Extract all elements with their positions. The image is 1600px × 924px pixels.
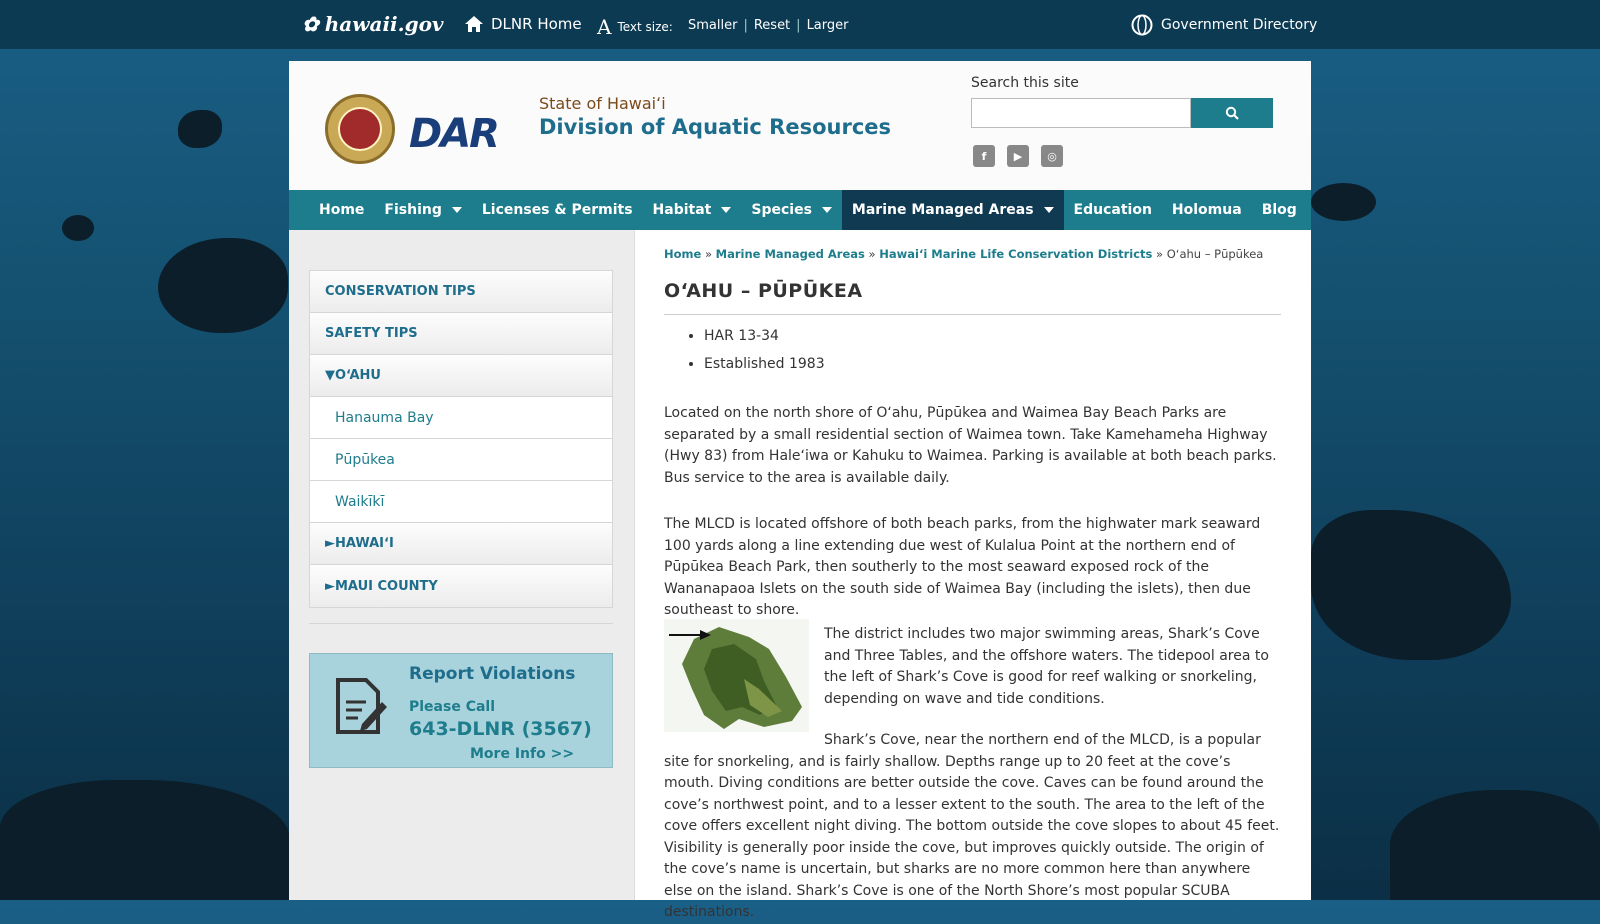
report-violations-box[interactable]: Report Violations Please Call 643-DLNR (… — [309, 653, 613, 768]
side-menu: CONSERVATION TIPS SAFETY TIPS ▼OʻAHU Han… — [309, 270, 613, 608]
text-smaller-link[interactable]: Smaller — [688, 18, 737, 33]
facebook-icon[interactable]: f — [973, 145, 995, 167]
coral-silhouette — [1390, 790, 1600, 900]
paragraph-district: The district includes two major swimming… — [824, 626, 1269, 707]
caret-down-icon — [1043, 207, 1054, 213]
paragraph-sharks-cove: Shark’s Cove, near the northern end of t… — [664, 732, 1280, 920]
text-size-options: Smaller | Reset | Larger — [688, 18, 849, 33]
caret-down-icon — [721, 207, 732, 213]
caret-down-icon — [451, 207, 462, 213]
state-name: State of Hawaiʻi — [539, 94, 666, 113]
hawaii-gov-logo[interactable]: ✿ hawaii.gov — [302, 12, 444, 36]
oahu-map-image[interactable] — [664, 619, 809, 732]
youtube-icon[interactable]: ▶ — [1007, 145, 1029, 167]
sidebar-subitem-hanauma-bay[interactable]: Hanauma Bay — [310, 397, 612, 439]
search-label: Search this site — [971, 75, 1079, 91]
government-directory-link[interactable]: Government Directory — [1131, 14, 1317, 36]
top-bar: ✿ hawaii.gov DLNR Home A Text size: Smal… — [0, 0, 1600, 49]
report-phone[interactable]: 643-DLNR (3567) — [409, 718, 592, 740]
fish-silhouette — [62, 215, 94, 241]
division-name[interactable]: Division of Aquatic Resources — [539, 115, 891, 139]
sidebar-item-maui-county[interactable]: ►MAUI COUNTY — [310, 565, 612, 607]
nav-licenses-permits[interactable]: Licenses & Permits — [472, 190, 643, 230]
search-input[interactable] — [971, 98, 1191, 128]
globe-icon — [1131, 14, 1153, 36]
list-item: Established 1983 — [704, 356, 825, 372]
dar-logo[interactable]: DAR — [409, 111, 500, 157]
nav-blog[interactable]: Blog — [1252, 190, 1307, 230]
flower-icon: ✿ — [302, 12, 319, 36]
home-icon — [465, 16, 483, 32]
report-more-info-link[interactable]: More Info >> — [470, 746, 574, 762]
fish-silhouette — [1311, 183, 1376, 221]
report-call-label: Please Call — [409, 699, 496, 715]
sidebar-item-safety-tips[interactable]: SAFETY TIPS — [310, 313, 612, 355]
title-rule — [664, 314, 1281, 315]
sidebar-subitem-waikiki[interactable]: Waikīkī — [310, 481, 612, 523]
text-size-icon: A — [597, 15, 612, 39]
breadcrumb-marine-managed-areas[interactable]: Marine Managed Areas — [716, 247, 865, 261]
sidebar-item-oahu[interactable]: ▼OʻAHU — [310, 355, 612, 397]
nav-home[interactable]: Home — [309, 190, 374, 230]
sidebar-item-hawaii[interactable]: ►HAWAIʻI — [310, 523, 612, 565]
nav-education[interactable]: Education — [1064, 190, 1162, 230]
paragraph-location: Located on the north shore of Oʻahu, Pūp… — [664, 405, 1277, 486]
nav-marine-managed-areas[interactable]: Marine Managed Areas — [841, 190, 1064, 230]
fish-silhouette — [178, 110, 222, 148]
report-doc-icon — [336, 678, 387, 734]
text-reset-link[interactable]: Reset — [754, 18, 790, 33]
breadcrumb-home[interactable]: Home — [664, 247, 701, 261]
page-title: OʻAHU – PŪPŪKEA — [664, 280, 863, 302]
shark-silhouette — [1311, 510, 1511, 660]
nav-habitat[interactable]: Habitat — [643, 190, 742, 230]
dlnr-home-link[interactable]: DLNR Home — [464, 15, 582, 33]
sidebar-divider — [309, 623, 613, 624]
report-title: Report Violations — [409, 664, 576, 684]
social-links: f ▶ ◎ — [973, 145, 1063, 167]
breadcrumb-mlcd[interactable]: Hawaiʻi Marine Life Conservation Distric… — [879, 247, 1152, 261]
page-panel: DAR State of Hawaiʻi Division of Aquatic… — [289, 61, 1311, 920]
text-larger-link[interactable]: Larger — [807, 18, 849, 33]
instagram-icon[interactable]: ◎ — [1041, 145, 1063, 167]
caret-down-icon — [821, 207, 832, 213]
sidebar-subitem-pupukea[interactable]: Pūpūkea — [310, 439, 612, 481]
nav-holomua[interactable]: Holomua — [1162, 190, 1252, 230]
turtle-silhouette — [158, 238, 288, 333]
list-item: HAR 13-34 — [704, 328, 825, 344]
sidebar-item-conservation-tips[interactable]: CONSERVATION TIPS — [310, 271, 612, 313]
coral-silhouette — [0, 780, 290, 900]
column-divider — [634, 230, 635, 900]
text-size-control: A Text size: — [597, 15, 673, 39]
paragraph-boundaries: The MLCD is located offshore of both bea… — [664, 516, 1261, 618]
nav-fishing[interactable]: Fishing — [374, 190, 471, 230]
main-nav: Home Fishing Licenses & Permits Habitat … — [289, 190, 1311, 230]
breadcrumb: Home » Marine Managed Areas » Hawaiʻi Ma… — [664, 247, 1264, 261]
site-header: DAR State of Hawaiʻi Division of Aquatic… — [289, 61, 1311, 190]
search-button[interactable] — [1191, 98, 1273, 128]
breadcrumb-current: Oʻahu – Pūpūkea — [1166, 247, 1264, 261]
info-list: HAR 13-34 Established 1983 — [664, 328, 825, 384]
left-sidebar: CONSERVATION TIPS SAFETY TIPS ▼OʻAHU Han… — [289, 230, 634, 900]
nav-species[interactable]: Species — [741, 190, 842, 230]
state-seal-logo — [325, 94, 395, 164]
search-icon — [1225, 106, 1239, 120]
